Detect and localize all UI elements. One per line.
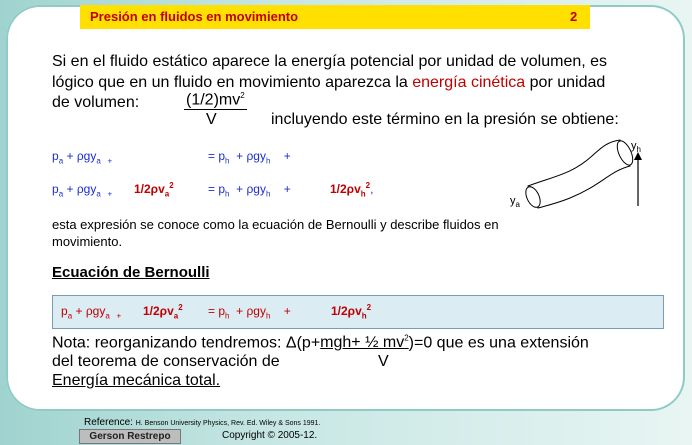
- equation-1-right: = ph + ρgyh +: [208, 149, 291, 166]
- kinetic-energy-highlight: energía cinética: [412, 74, 526, 91]
- copyright: Copyright © 2005-12.: [222, 430, 318, 441]
- bernoulli-desc-line-1: esta expresión se conoce como la ecuació…: [52, 217, 499, 232]
- note-line-3: Energía mecánica total.: [52, 372, 221, 389]
- reference-text: H. Benson University Physics, Rev. Ed. W…: [135, 420, 321, 427]
- bernoulli-eq-left-kinetic: 1/2ρva2: [143, 303, 183, 321]
- pipe-body: [527, 139, 631, 209]
- bernoulli-eq-right-kinetic: 1/2ρvh2: [331, 303, 372, 321]
- equation-2-right: = ph + ρgyh +: [208, 182, 291, 199]
- intro-line-3-end: incluyendo este término en la presión se…: [271, 111, 619, 128]
- equation-2-left: pa + ρgya +: [52, 182, 113, 199]
- label-yh: yh: [631, 140, 641, 155]
- page-number: 2: [570, 9, 578, 24]
- intro-line-1: Si en el fluido estático aparece la ener…: [52, 53, 608, 70]
- reference: Reference: H. Benson University Physics,…: [84, 417, 320, 428]
- fraction-numerator: (1/2)mv2: [184, 91, 247, 111]
- author-badge: Gerson Restrepo: [79, 429, 181, 444]
- bernoulli-equation-box: pa + ρgya + 1/2ρva2 = ph + ρgyh + 1/2ρvh…: [52, 295, 664, 329]
- bernoulli-desc-line-2: movimiento.: [52, 234, 123, 249]
- note-line-1-start: Nota: reorganizando tendremos: Δ(p+: [52, 334, 321, 352]
- intro-line-2-end: por unidad: [525, 74, 606, 91]
- note-line-1-end: )=0 que es una extensión: [408, 334, 589, 352]
- title-bar: Presión en fluidos en movimiento 2: [80, 5, 590, 29]
- note-line-2: del teorema de conservación de: [52, 353, 280, 370]
- label-ya: ya: [510, 195, 520, 210]
- section-heading: Ecuación de Bernoulli: [52, 264, 210, 281]
- bernoulli-eq-left: pa + ρgya +: [61, 304, 122, 321]
- equation-2-comma: ,: [370, 182, 374, 196]
- pipe-diagram: [525, 139, 642, 209]
- fraction-denominator: V: [206, 111, 217, 128]
- intro-line-2: lógico que en un fluido en movimiento ap…: [52, 74, 605, 92]
- fraction-numerator-exponent: 2: [240, 91, 245, 100]
- equation-2-right-kinetic: 1/2ρvh2,: [330, 181, 374, 199]
- note-underlined-text: mgh+ ½ mv: [320, 334, 405, 352]
- equation-1-left: pa + ρgya +: [52, 149, 113, 166]
- equation-2-left-kinetic: 1/2ρva2: [134, 181, 174, 199]
- note-denominator: V: [378, 353, 389, 370]
- note-underlined-term: mgh+ ½ mv2: [320, 334, 408, 351]
- intro-line-3-label: de volumen:: [52, 94, 140, 111]
- intro-line-2-text: lógico que en un fluido en movimiento ap…: [52, 74, 413, 91]
- page-title: Presión en fluidos en movimiento: [90, 9, 299, 24]
- fraction-numerator-text: (1/2)mv: [186, 91, 241, 109]
- note-line-1: Nota: reorganizando tendremos: Δ(p+mgh+ …: [52, 334, 589, 352]
- bernoulli-eq-right: = ph + ρgyh +: [208, 304, 291, 321]
- reference-label: Reference:: [84, 417, 133, 428]
